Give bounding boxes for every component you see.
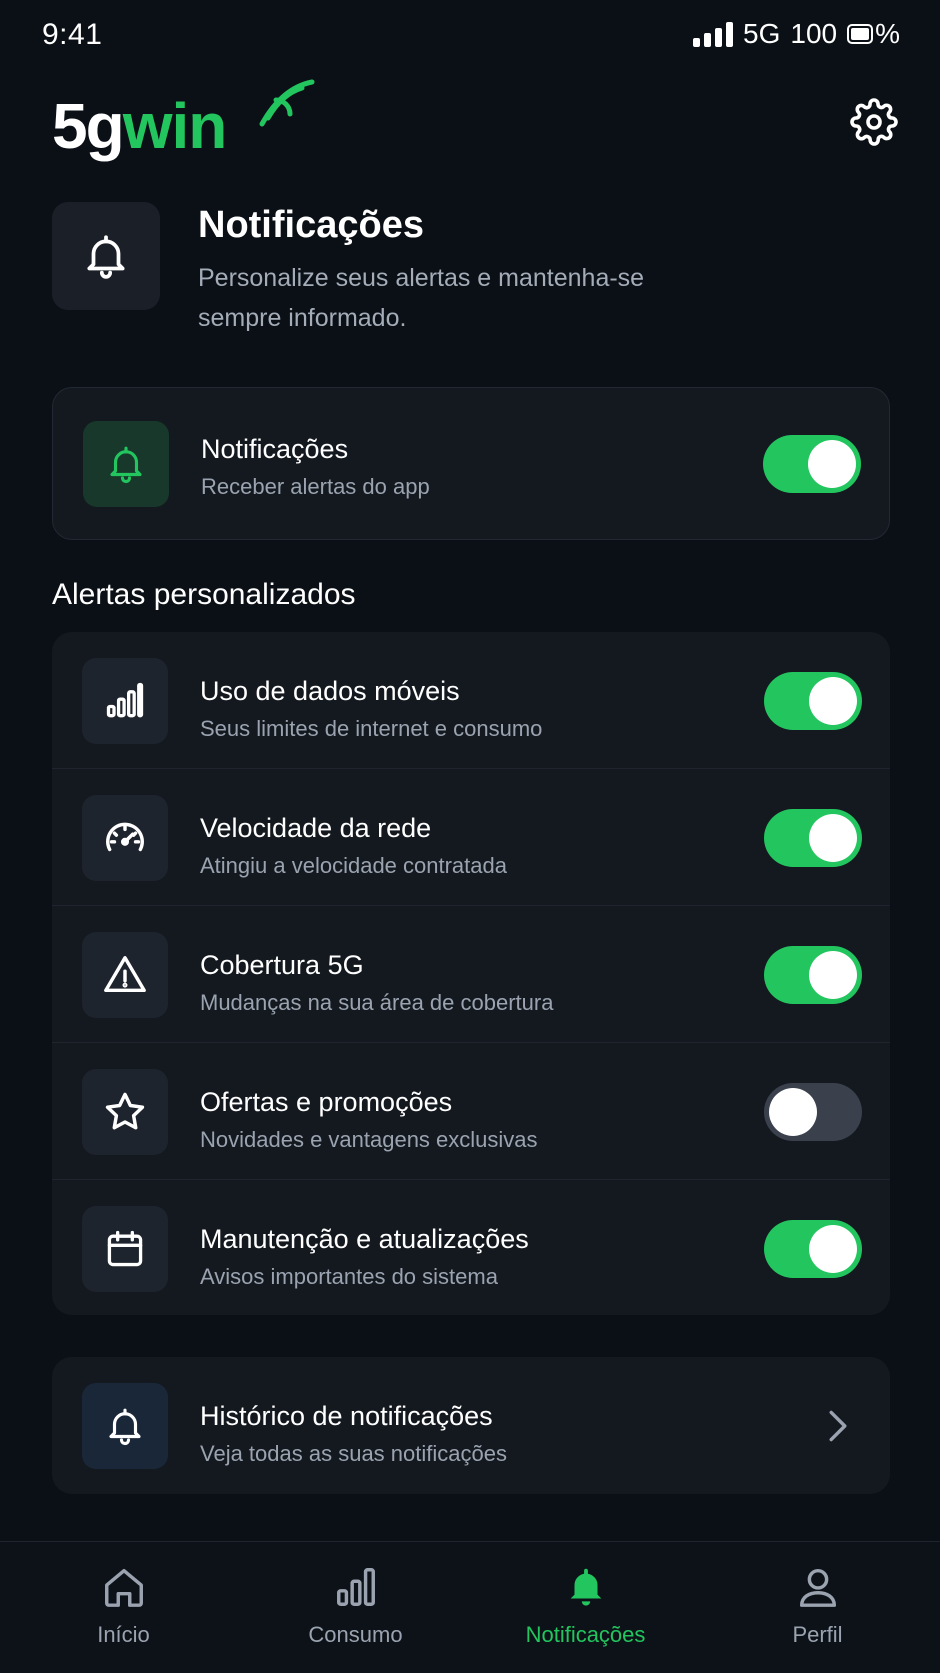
maintenance-toggle[interactable] [764, 1219, 862, 1278]
toggle-knob [809, 676, 857, 725]
row-title: Uso de dados móveis [200, 676, 460, 706]
alert-row-data-usage: Uso de dados móveis Seus limites de inte… [52, 632, 890, 769]
row-icon-box [82, 657, 168, 744]
row-title: Notificações [201, 434, 349, 464]
row-subtitle: Receber alertas do app [201, 474, 430, 499]
network-type: 5G [743, 18, 781, 49]
status-time: 9:41 [42, 18, 103, 51]
toggle-knob [809, 950, 857, 999]
nav-label: Consumo [308, 1622, 403, 1647]
row-title: Ofertas e promoções [200, 1087, 453, 1117]
star-icon [105, 1092, 145, 1129]
row-icon-box [82, 931, 168, 1018]
user-icon [799, 1568, 836, 1607]
offers-toggle[interactable] [764, 1082, 862, 1141]
logo-text-win: win [122, 90, 228, 162]
row-title: Cobertura 5G [200, 950, 364, 980]
alert-row-offers: Ofertas e promoções Novidades e vantagen… [52, 1043, 890, 1180]
nav-item-notifications[interactable]: Notificações [468, 1542, 703, 1673]
master-notifications-row: Notificações Receber alertas do app [53, 388, 889, 539]
row-icon-box [83, 420, 169, 507]
bar-chart-icon [336, 1568, 375, 1606]
custom-alerts-card: Uso de dados móveis Seus limites de inte… [52, 632, 890, 1315]
row-icon-box [82, 794, 168, 881]
bell-icon [570, 1568, 601, 1606]
battery-level: 100 [790, 18, 838, 49]
master-notifications-card: Notificações Receber alertas do app [52, 387, 890, 540]
settings-button[interactable] [850, 98, 898, 146]
page-title: Notificações [198, 204, 424, 246]
row-icon-box [82, 1068, 168, 1155]
nav-label: Início [97, 1622, 150, 1647]
alert-row-5g-coverage: Cobertura 5G Mudanças na sua área de cob… [52, 906, 890, 1043]
nav-label: Notificações [525, 1622, 646, 1647]
brand-logo: 5g win [52, 78, 315, 162]
row-subtitle: Atingiu a velocidade contratada [200, 853, 507, 878]
bell-icon [109, 1408, 141, 1445]
chevron-right-icon [829, 1410, 847, 1441]
status-indicators: 5G 100 % [693, 18, 900, 50]
row-subtitle: Veja todas as suas notificações [200, 1441, 507, 1466]
nav-item-consumption[interactable]: Consumo [238, 1542, 473, 1673]
toggle-knob [769, 1087, 817, 1136]
signal-bars-icon [106, 682, 144, 717]
row-icon-box [82, 1205, 168, 1292]
row-subtitle: Seus limites de internet e consumo [200, 716, 543, 741]
5g-coverage-toggle[interactable] [764, 945, 862, 1004]
section-title: Alertas personalizados [52, 578, 356, 611]
row-icon-box [82, 1382, 168, 1469]
page-subtitle: Personalize seus alertas e mantenha-se s… [198, 264, 645, 332]
battery-suffix: % [875, 18, 900, 49]
toggle-knob [808, 439, 856, 488]
home-icon [104, 1568, 143, 1607]
speedometer-icon [106, 822, 144, 851]
header-icon-box [52, 202, 160, 310]
logo-text-5g: 5g [52, 90, 125, 162]
alert-row-maintenance: Manutenção e atualizações Avisos importa… [52, 1180, 890, 1317]
battery-icon [847, 24, 874, 44]
status-bar: 9:41 5G 100 % [0, 0, 940, 70]
row-subtitle: Novidades e vantagens exclusivas [200, 1127, 538, 1152]
history-row[interactable]: Histórico de notificações Veja todas as … [52, 1357, 890, 1494]
nav-item-profile[interactable]: Perfil [700, 1542, 935, 1673]
nav-label: Perfil [792, 1622, 843, 1647]
alert-row-network-speed: Velocidade da rede Atingiu a velocidade … [52, 769, 890, 906]
warning-icon [104, 955, 146, 992]
data-usage-toggle[interactable] [764, 671, 862, 730]
bell-icon [110, 446, 142, 483]
nav-item-home[interactable]: Início [6, 1542, 241, 1673]
cellular-signal-icon [693, 21, 734, 47]
toggle-knob [809, 1224, 857, 1273]
toggle-knob [809, 813, 857, 862]
gear-icon [850, 98, 898, 146]
row-title: Velocidade da rede [200, 813, 432, 843]
row-subtitle: Avisos importantes do sistema [200, 1264, 498, 1289]
row-title: Manutenção e atualizações [200, 1224, 529, 1254]
notification-history-card[interactable]: Histórico de notificações Veja todas as … [52, 1357, 890, 1494]
row-title: Histórico de notificações [200, 1401, 493, 1431]
bottom-navigation: Início Consumo Notificações Perfil [0, 1541, 940, 1673]
calendar-icon [107, 1230, 143, 1266]
signal-waves-icon [259, 79, 315, 127]
network-speed-toggle[interactable] [764, 808, 862, 867]
row-subtitle: Mudanças na sua área de cobertura [200, 990, 554, 1015]
bell-icon [87, 235, 125, 279]
master-notifications-toggle[interactable] [763, 434, 861, 493]
